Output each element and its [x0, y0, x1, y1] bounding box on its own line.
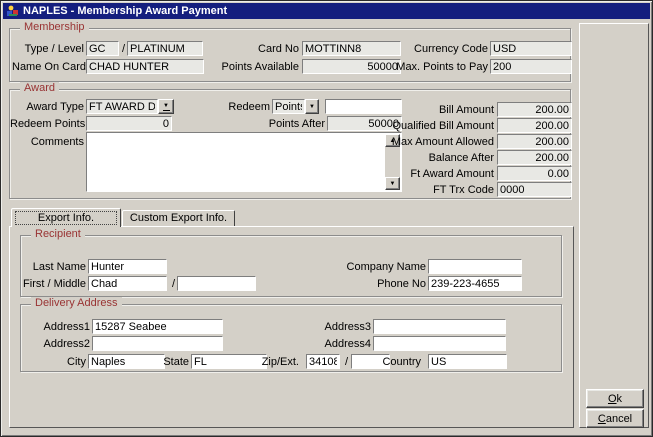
- company-name-label: Company Name: [324, 261, 426, 273]
- address1-label: Address1: [30, 321, 90, 333]
- ft-trx-code-label: FT Trx Code: [364, 184, 494, 196]
- recipient-group: Recipient Last Name First / Middle / Com…: [20, 235, 562, 297]
- comments-label: Comments: [12, 136, 84, 148]
- redeem-points-label: Redeem Points: [10, 118, 84, 130]
- membership-award-payment-window: NAPLES - Membership Award Payment Member…: [0, 0, 653, 437]
- name-on-card-label: Name On Card: [12, 61, 84, 73]
- max-points-to-pay-label: Max. Points to Pay: [370, 61, 488, 73]
- ft-award-amount-field[interactable]: [497, 166, 572, 181]
- ft-trx-code-field[interactable]: [497, 182, 572, 197]
- redeem-combo[interactable]: ▼: [272, 99, 319, 114]
- ft-award-amount-label: Ft Award Amount: [364, 168, 494, 180]
- export-info-panel: Recipient Last Name First / Middle / Com…: [9, 226, 574, 428]
- award-group: Award Award Type ▼ Redeem ▼ Redeem Point…: [9, 89, 571, 199]
- address3-field[interactable]: [373, 319, 506, 334]
- redeem-dropdown-button[interactable]: ▼: [305, 99, 319, 114]
- type-level-slash: /: [122, 43, 125, 55]
- membership-group-title: Membership: [20, 21, 89, 34]
- phone-no-field[interactable]: [428, 276, 522, 291]
- first-middle-label: First / Middle: [21, 278, 86, 290]
- qualified-bill-amount-label: Qualified Bill Amount: [364, 120, 494, 132]
- city-label: City: [26, 356, 86, 368]
- max-amount-allowed-label: Max Amount Allowed: [364, 136, 494, 148]
- membership-type-field[interactable]: [86, 41, 119, 56]
- award-type-dropdown-button[interactable]: ▼: [158, 99, 174, 114]
- dropdown-arrow-icon: ▼: [309, 104, 315, 110]
- award-type-label: Award Type: [12, 101, 84, 113]
- tab-export-info[interactable]: Export Info.: [11, 208, 121, 227]
- balance-after-label: Balance After: [364, 152, 494, 164]
- balance-after-field[interactable]: [497, 150, 572, 165]
- window-title: NAPLES - Membership Award Payment: [23, 5, 227, 17]
- middle-name-field[interactable]: [177, 276, 256, 291]
- award-type-field[interactable]: [86, 99, 158, 114]
- ok-button-label: Ok: [587, 391, 643, 407]
- redeem-mode-field[interactable]: [272, 99, 305, 114]
- address1-field[interactable]: [92, 319, 223, 334]
- address4-field[interactable]: [373, 336, 506, 351]
- points-available-label: Points Available: [199, 61, 299, 73]
- card-no-label: Card No: [220, 43, 299, 55]
- list-arrow-bar-icon: [163, 110, 170, 111]
- max-amount-allowed-field[interactable]: [497, 134, 572, 149]
- zip-slash: /: [345, 356, 348, 368]
- company-name-field[interactable]: [428, 259, 522, 274]
- list-arrow-icon: ▼: [163, 103, 169, 109]
- state-label: State: [149, 356, 189, 368]
- first-middle-slash: /: [172, 278, 175, 290]
- address4-label: Address4: [309, 338, 371, 350]
- award-group-title: Award: [20, 82, 59, 95]
- card-no-field[interactable]: [302, 41, 401, 56]
- bill-amount-label: Bill Amount: [364, 104, 494, 116]
- award-type-combo[interactable]: ▼: [86, 99, 174, 114]
- zip-field[interactable]: [306, 354, 340, 369]
- app-icon: [6, 5, 19, 18]
- qualified-bill-amount-field[interactable]: [497, 118, 572, 133]
- tab-focus-rect: [15, 211, 117, 225]
- ok-button[interactable]: Ok: [586, 389, 644, 408]
- address3-label: Address3: [309, 321, 371, 333]
- address2-field[interactable]: [92, 336, 223, 351]
- delivery-address-group: Delivery Address Address1 Address3 Addre…: [20, 304, 562, 372]
- bill-amount-field[interactable]: [497, 102, 572, 117]
- country-field[interactable]: [428, 354, 507, 369]
- max-points-to-pay-field[interactable]: [490, 59, 572, 74]
- type-level-label: Type / Level: [12, 43, 84, 55]
- first-name-field[interactable]: [88, 276, 167, 291]
- cancel-button[interactable]: Cancel: [586, 409, 644, 428]
- address2-label: Address2: [30, 338, 90, 350]
- redeem-label: Redeem: [210, 101, 270, 113]
- currency-code-label: Currency Code: [390, 43, 488, 55]
- membership-level-field[interactable]: [127, 41, 203, 56]
- tab-custom-export-info-label: Custom Export Info.: [123, 211, 234, 226]
- points-after-label: Points After: [245, 118, 325, 130]
- delivery-address-group-title: Delivery Address: [31, 297, 122, 310]
- comments-textarea[interactable]: ▲ ▼: [86, 132, 402, 192]
- country-label: Country: [373, 356, 421, 368]
- membership-group: Membership Type / Level / Card No Curren…: [9, 28, 571, 82]
- cancel-button-label: Cancel: [587, 411, 643, 427]
- recipient-group-title: Recipient: [31, 228, 85, 241]
- name-on-card-field[interactable]: [86, 59, 204, 74]
- zip-ext-label: Zip/Ext.: [251, 356, 299, 368]
- redeem-points-field[interactable]: [86, 116, 172, 131]
- currency-code-field[interactable]: [490, 41, 572, 56]
- last-name-label: Last Name: [24, 261, 86, 273]
- last-name-field[interactable]: [88, 259, 167, 274]
- phone-no-label: Phone No: [324, 278, 426, 290]
- titlebar: NAPLES - Membership Award Payment: [3, 3, 650, 19]
- tab-custom-export-info[interactable]: Custom Export Info.: [122, 210, 235, 226]
- action-panel: Ok Cancel: [579, 23, 649, 428]
